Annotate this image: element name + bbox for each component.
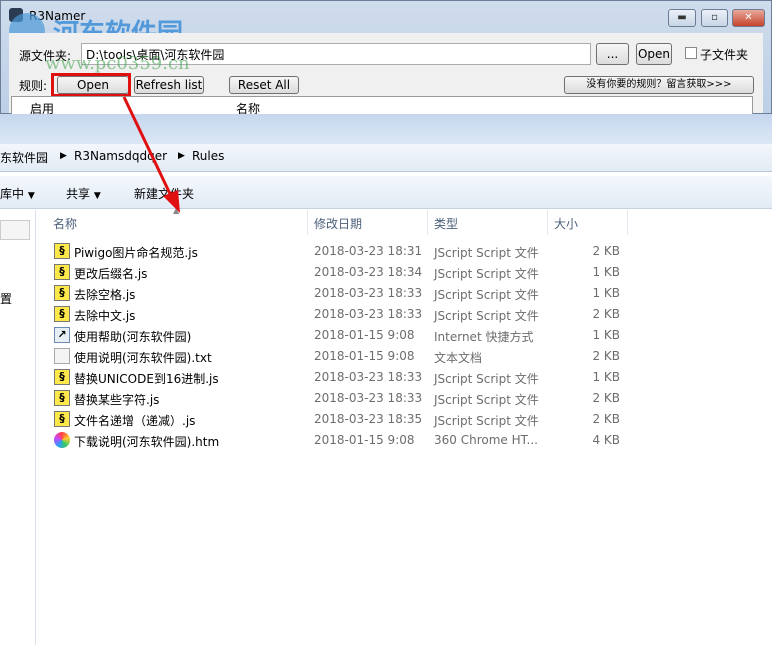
red-arrow <box>122 96 180 213</box>
